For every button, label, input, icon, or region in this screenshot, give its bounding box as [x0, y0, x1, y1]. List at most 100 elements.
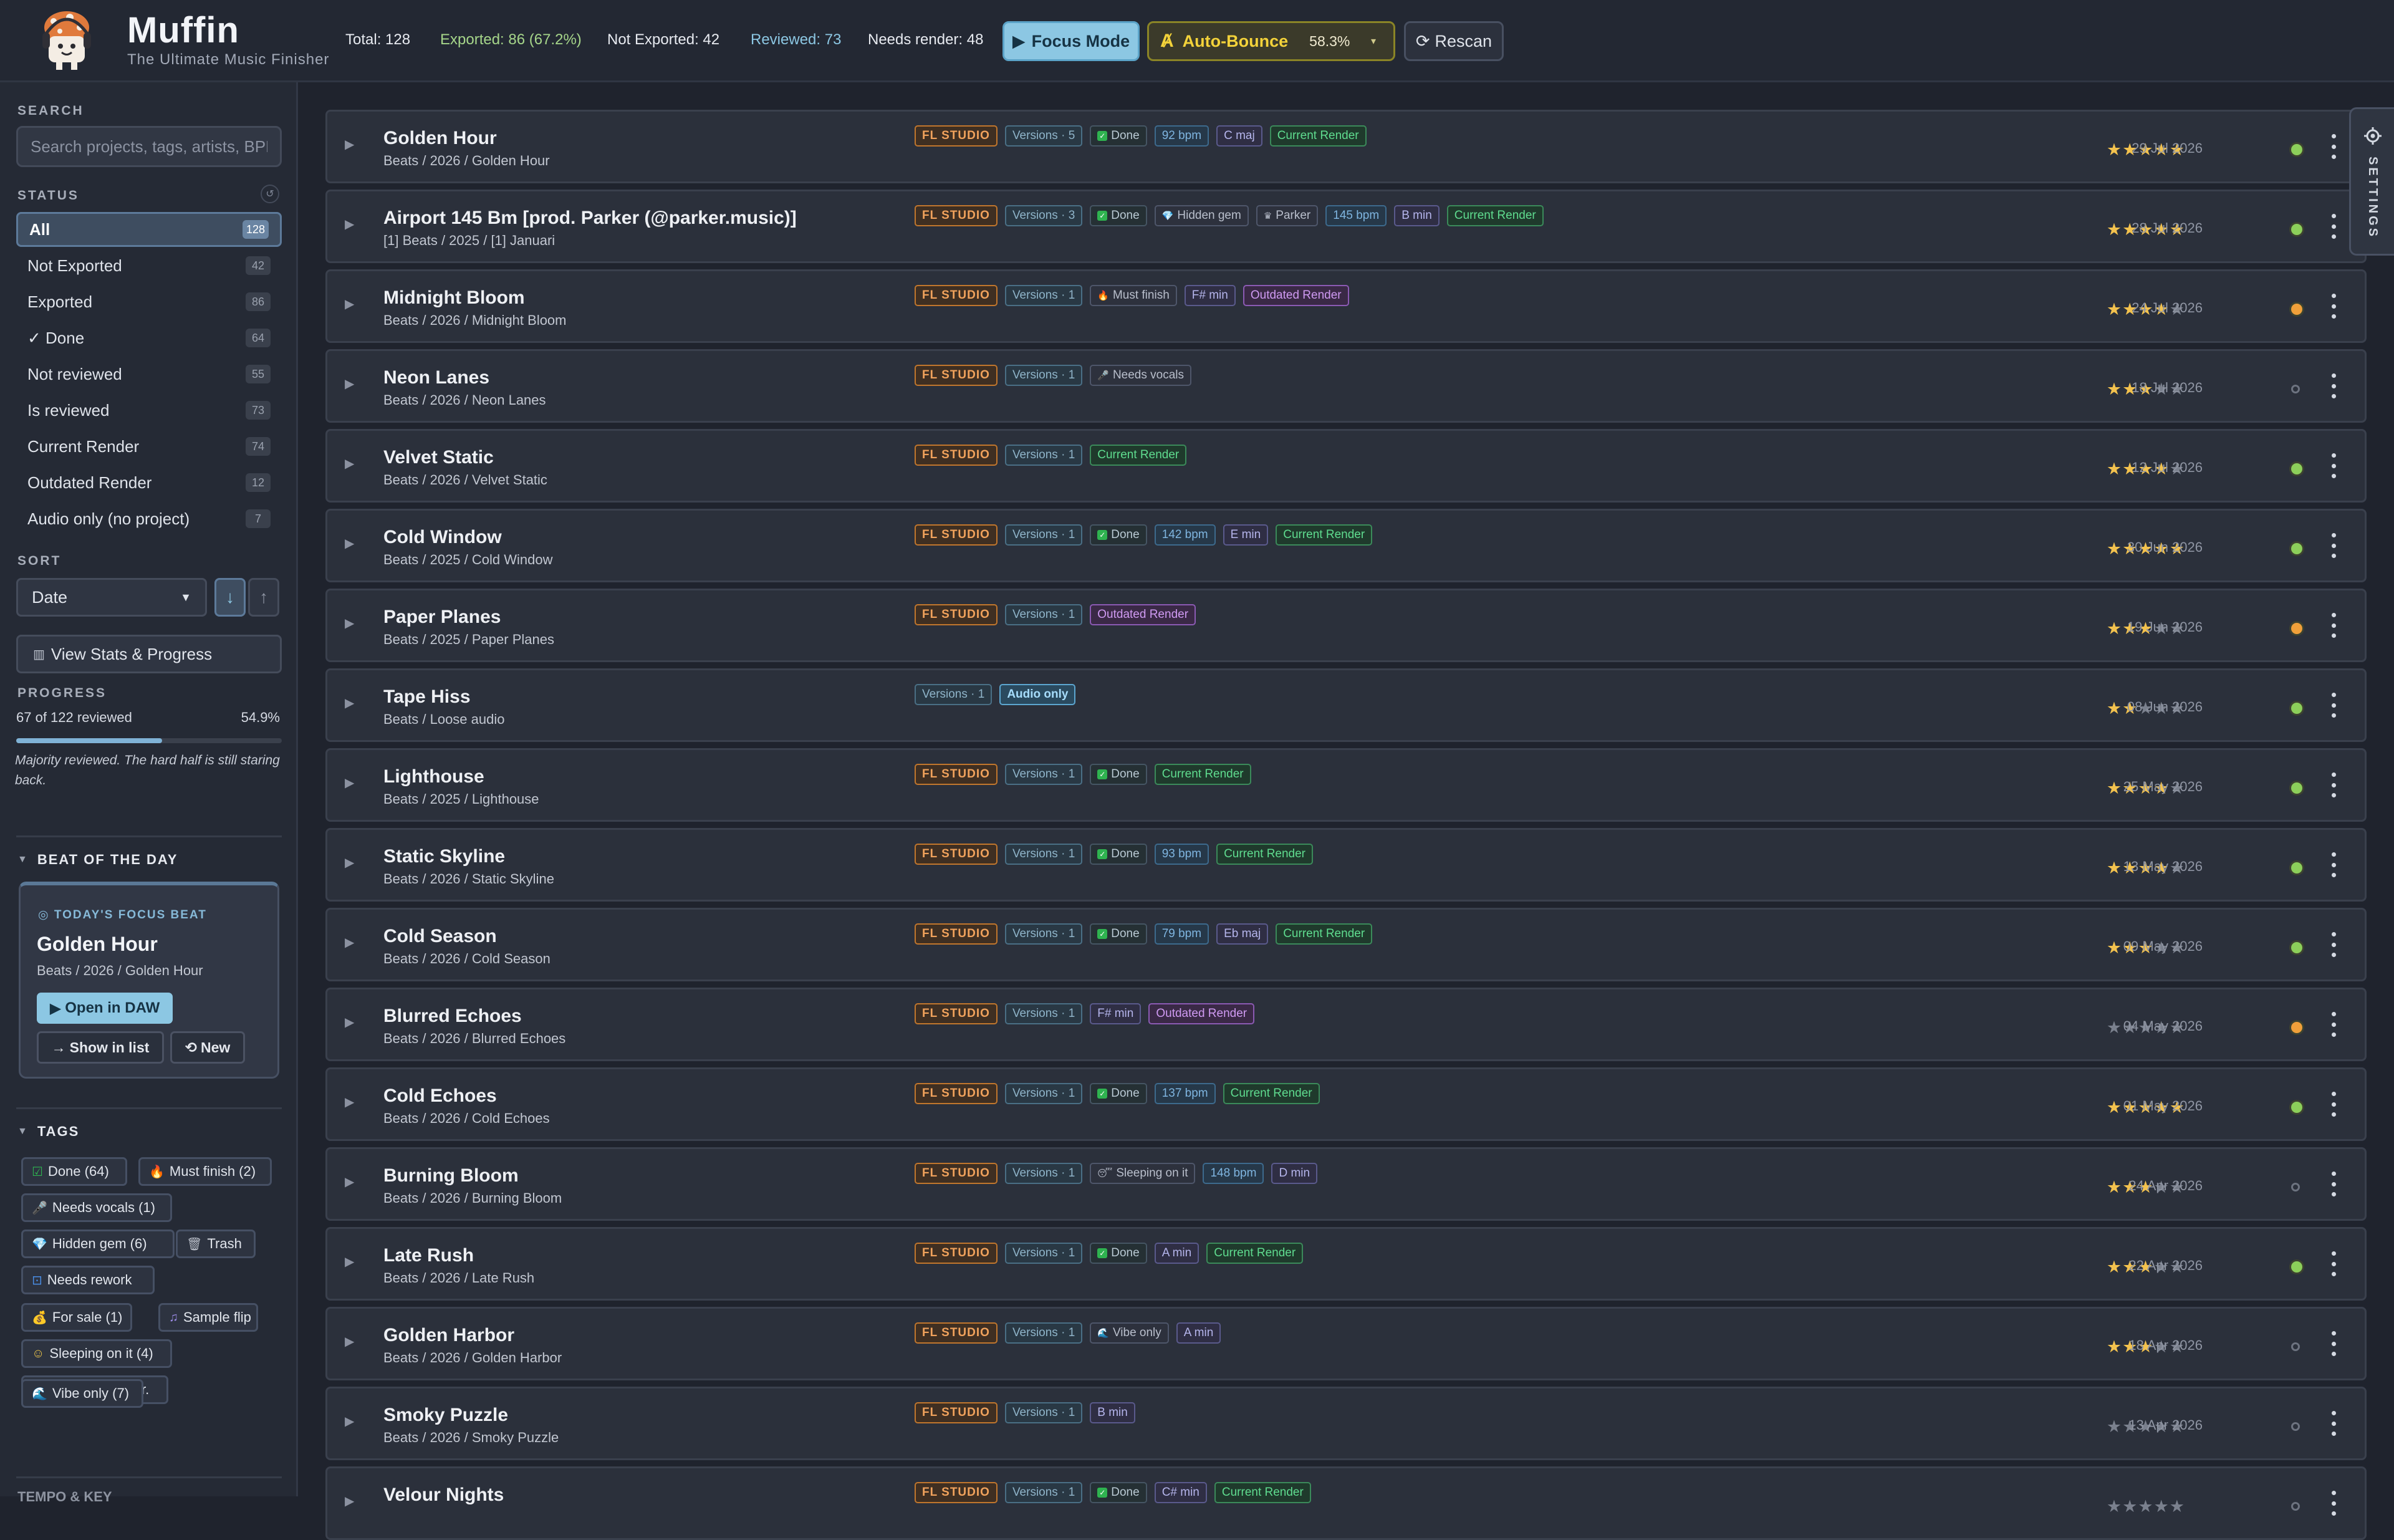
expand-caret-icon[interactable]: ▶ [345, 456, 354, 471]
status-filter-item[interactable]: Audio only (no project) 7 [16, 501, 282, 536]
star-icon[interactable]: ★ [2122, 1497, 2138, 1516]
search-input[interactable]: Search projects, tags, artists, BPM... [16, 126, 282, 167]
sort-asc-button[interactable]: ↑ [248, 578, 279, 617]
focus-mode-button[interactable]: ▶ Focus Mode [1002, 21, 1140, 61]
tag-chip[interactable]: 💎 Hidden gem (6) [21, 1230, 175, 1258]
tag-chip[interactable]: ♫ Sample flip [158, 1303, 258, 1332]
open-in-daw-button[interactable]: ▶ Open in DAW [37, 993, 173, 1024]
project-row[interactable]: ▶ Paper Planes Beats / 2025 / Paper Planes… [325, 589, 2367, 662]
expand-caret-icon[interactable]: ▶ [345, 216, 354, 232]
versions-badge[interactable]: Versions · 1 [1004, 285, 1083, 306]
status-filter-item[interactable]: Outdated Render 12 [16, 465, 282, 500]
more-options-icon[interactable] [2327, 772, 2340, 797]
versions-badge[interactable]: Versions · 1 [1004, 844, 1083, 865]
expand-caret-icon[interactable]: ▶ [345, 775, 354, 791]
versions-badge[interactable]: Versions · 1 [1004, 1083, 1083, 1104]
more-options-icon[interactable] [2327, 613, 2340, 638]
project-row[interactable]: ▶ Smoky Puzzle Beats / 2026 / Smoky Puzzle… [325, 1387, 2367, 1460]
new-beat-button[interactable]: ⟲ New [170, 1031, 245, 1064]
versions-badge[interactable]: Versions · 1 [1004, 1163, 1083, 1184]
expand-caret-icon[interactable]: ▶ [345, 536, 354, 551]
more-options-icon[interactable] [2327, 214, 2340, 239]
more-options-icon[interactable] [2327, 1491, 2340, 1516]
auto-bounce-control[interactable]: Ⱥ Auto-Bounce 58.3% ▾ [1147, 21, 1395, 61]
project-row[interactable]: ▶ Static Skyline Beats / 2026 / Static Sky… [325, 828, 2367, 902]
expand-caret-icon[interactable]: ▶ [345, 296, 354, 312]
expand-caret-icon[interactable]: ▶ [345, 1413, 354, 1429]
project-row[interactable]: ▶ Burning Bloom Beats / 2026 / Burning Blo… [325, 1147, 2367, 1221]
status-filter-item[interactable]: Not Exported 42 [16, 248, 282, 283]
rescan-button[interactable]: ⟳ Rescan [1404, 21, 1504, 61]
versions-badge[interactable]: Versions · 5 [1004, 125, 1083, 147]
tags-toggle[interactable]: ▼ TAGS [17, 1124, 79, 1140]
sort-select[interactable]: Date ▼ [16, 578, 207, 617]
expand-caret-icon[interactable]: ▶ [345, 935, 354, 950]
rating-stars[interactable]: ★★★★★ [2107, 1497, 2185, 1516]
more-options-icon[interactable] [2327, 932, 2340, 957]
status-filter-item[interactable]: Not reviewed 55 [16, 357, 282, 392]
project-row[interactable]: ▶ Golden Hour Beats / 2026 / Golden Hour FL… [325, 110, 2367, 183]
sort-desc-button[interactable]: ↓ [214, 578, 246, 617]
chevron-down-icon[interactable]: ▾ [1371, 35, 1376, 47]
expand-caret-icon[interactable]: ▶ [345, 376, 354, 392]
project-row[interactable]: ▶ Tape Hiss Beats / Loose audio Versions · … [325, 668, 2367, 742]
more-options-icon[interactable] [2327, 373, 2340, 398]
versions-badge[interactable]: Versions · 1 [1004, 524, 1083, 546]
project-row[interactable]: ▶ Cold Echoes Beats / 2026 / Cold Echoes FL… [325, 1067, 2367, 1141]
reset-icon[interactable]: ↺ [261, 185, 279, 203]
expand-caret-icon[interactable]: ▶ [345, 1334, 354, 1349]
tag-chip[interactable]: ⊡ Needs rework [21, 1266, 155, 1294]
status-filter-item[interactable]: All 128 [16, 212, 282, 247]
tag-chip[interactable]: 💰 For sale (1) [21, 1303, 132, 1332]
more-options-icon[interactable] [2327, 134, 2340, 159]
tag-chip[interactable]: 🔥 Must finish (2) [138, 1157, 272, 1186]
versions-badge[interactable]: Versions · 1 [1004, 923, 1083, 945]
project-row[interactable]: ▶ Airport 145 Bm [prod. Parker (@parker.m… [325, 190, 2367, 263]
versions-badge[interactable]: Versions · 1 [1004, 1243, 1083, 1264]
more-options-icon[interactable] [2327, 1331, 2340, 1356]
project-row[interactable]: ▶ Cold Season Beats / 2026 / Cold Season FL… [325, 908, 2367, 981]
expand-caret-icon[interactable]: ▶ [345, 1254, 354, 1269]
more-options-icon[interactable] [2327, 1251, 2340, 1276]
more-options-icon[interactable] [2327, 693, 2340, 718]
versions-badge[interactable]: Versions · 3 [1004, 205, 1083, 226]
project-row[interactable]: ▶ Velvet Static Beats / 2026 / Velvet Stat… [325, 429, 2367, 503]
versions-badge[interactable]: Versions · 1 [1004, 604, 1083, 625]
project-row[interactable]: ▶ Neon Lanes Beats / 2026 / Neon Lanes FL S… [325, 349, 2367, 423]
project-row[interactable]: ▶ Golden Harbor Beats / 2026 / Golden Harb… [325, 1307, 2367, 1380]
star-icon[interactable]: ★ [2107, 1497, 2122, 1516]
more-options-icon[interactable] [2327, 1012, 2340, 1037]
expand-caret-icon[interactable]: ▶ [345, 1174, 354, 1190]
versions-badge[interactable]: Versions · 1 [1004, 1322, 1083, 1344]
expand-caret-icon[interactable]: ▶ [345, 1094, 354, 1110]
versions-badge[interactable]: Versions · 1 [1004, 1003, 1083, 1024]
status-filter-item[interactable]: ✓ Done 64 [16, 320, 282, 355]
more-options-icon[interactable] [2327, 1411, 2340, 1436]
tag-chip[interactable]: 🗑 Trash [176, 1230, 256, 1258]
more-options-icon[interactable] [2327, 453, 2340, 478]
project-row[interactable]: ▶ Lighthouse Beats / 2025 / Lighthouse FL S… [325, 748, 2367, 822]
versions-badge[interactable]: Versions · 1 [1004, 445, 1083, 466]
status-filter-item[interactable]: Current Render 74 [16, 429, 282, 464]
status-filter-item[interactable]: Is reviewed 73 [16, 393, 282, 428]
expand-caret-icon[interactable]: ▶ [345, 615, 354, 631]
tag-chip[interactable]: 🎤 Needs vocals (1) [21, 1193, 172, 1222]
more-options-icon[interactable] [2327, 533, 2340, 558]
expand-caret-icon[interactable]: ▶ [345, 1493, 354, 1509]
tag-chip[interactable]: ☺ Sleeping on it (4) [21, 1339, 172, 1368]
more-options-icon[interactable] [2327, 294, 2340, 319]
tag-chip[interactable]: 🌊 Vibe only (7) [21, 1379, 143, 1408]
expand-caret-icon[interactable]: ▶ [345, 137, 354, 152]
project-row[interactable]: ▶ Cold Window Beats / 2025 / Cold Window FL… [325, 509, 2367, 582]
project-row[interactable]: ▶ Velour Nights FL STUDIO Versions · 1 ✓ Done… [325, 1466, 2367, 1540]
expand-caret-icon[interactable]: ▶ [345, 855, 354, 870]
star-icon[interactable]: ★ [2138, 1497, 2153, 1516]
star-icon[interactable]: ★ [2154, 1497, 2170, 1516]
versions-badge[interactable]: Versions · 1 [1004, 764, 1083, 785]
project-row[interactable]: ▶ Blurred Echoes Beats / 2026 / Blurred Ec… [325, 988, 2367, 1061]
versions-badge[interactable]: Versions · 1 [915, 684, 993, 705]
tag-chip[interactable]: ☑ Done (64) [21, 1157, 127, 1186]
project-row[interactable]: ▶ Late Rush Beats / 2026 / Late Rush FL STU… [325, 1227, 2367, 1301]
versions-badge[interactable]: Versions · 1 [1004, 1482, 1083, 1503]
settings-tab[interactable]: SETTINGS [2349, 107, 2394, 256]
